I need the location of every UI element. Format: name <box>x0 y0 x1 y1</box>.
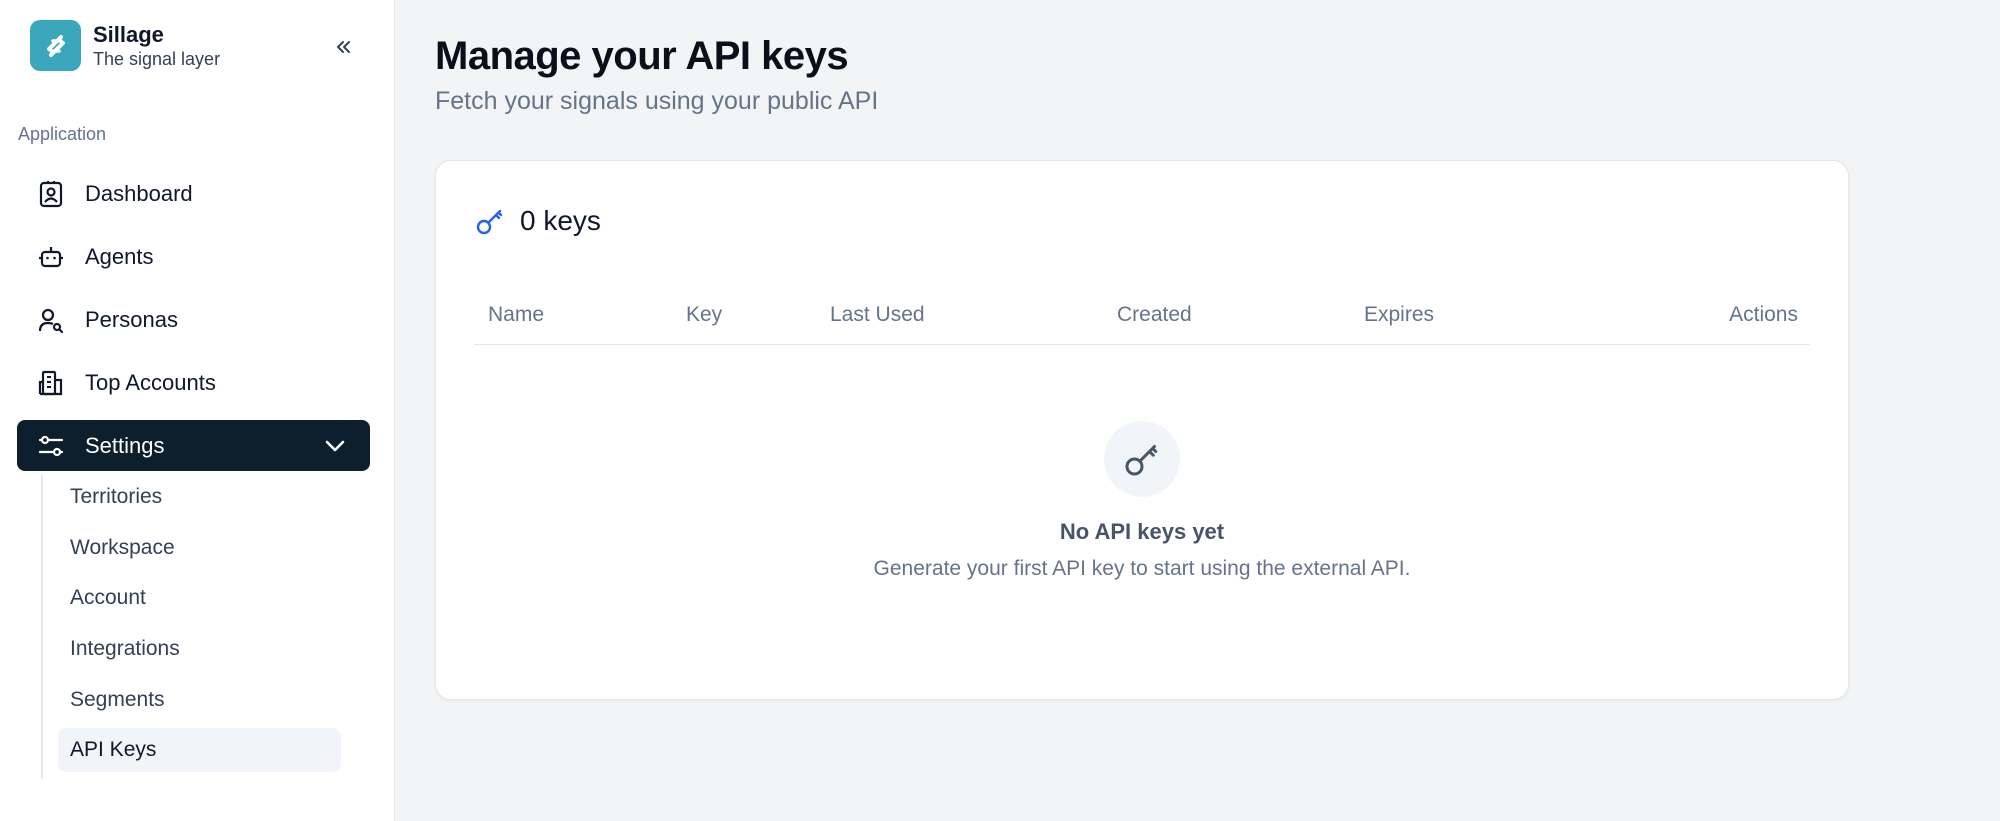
empty-state-description: Generate your first API key to start usi… <box>873 557 1411 580</box>
sliders-icon <box>35 430 67 462</box>
subnav-item-segments[interactable]: Segments <box>58 678 341 722</box>
chevrons-left-icon <box>337 41 350 53</box>
column-header-expires[interactable]: Expires <box>1364 303 1434 327</box>
sidebar-item-settings[interactable]: Settings <box>17 420 370 471</box>
logo-icon <box>30 20 81 71</box>
sidebar-item-personas[interactable]: Personas <box>17 294 370 345</box>
sidebar-item-label: Dashboard <box>85 180 193 206</box>
empty-state-title: No API keys yet <box>1059 519 1225 544</box>
card-header: 0 keys <box>474 205 601 237</box>
table-header: Name Key Last Used Created Expires Actio… <box>474 291 1810 345</box>
brand-text: Sillage The signal layer <box>93 22 220 70</box>
sidebar-item-label: Personas <box>85 306 178 332</box>
sidebar: Sillage The signal layer Application Das… <box>0 0 395 821</box>
sidebar-item-label: Settings <box>85 432 165 458</box>
chevron-down-icon[interactable] <box>322 433 348 459</box>
collapse-sidebar-button[interactable] <box>328 32 358 62</box>
settings-subnav: Territories Workspace Account Integratio… <box>41 475 341 780</box>
column-header-last-used[interactable]: Last Used <box>830 303 925 327</box>
sidebar-item-top-accounts[interactable]: Top Accounts <box>17 357 370 408</box>
robot-icon <box>35 241 67 273</box>
section-label-application: Application <box>18 124 107 144</box>
subnav-item-api-keys[interactable]: API Keys <box>58 728 341 773</box>
sidebar-item-dashboard[interactable]: Dashboard <box>17 168 370 219</box>
subnav-item-workspace[interactable]: Workspace <box>58 526 341 570</box>
empty-state-key-icon <box>1104 421 1180 497</box>
brand-name: Sillage <box>93 21 164 47</box>
sidebar-item-label: Top Accounts <box>85 369 216 395</box>
subnav-item-territories[interactable]: Territories <box>58 475 341 519</box>
column-header-actions: Actions <box>1729 303 1798 326</box>
building-icon <box>35 367 67 399</box>
sidebar-item-label: Agents <box>85 243 154 269</box>
main-content: Manage your API keys Fetch your signals … <box>395 0 2000 821</box>
sidebar-nav: Dashboard Agents Personas Top Accounts S… <box>17 168 370 483</box>
keys-count: 0 keys <box>520 205 601 236</box>
app-root: Sillage The signal layer Application Das… <box>0 0 2000 821</box>
column-header-created[interactable]: Created <box>1117 303 1192 327</box>
column-header-key[interactable]: Key <box>686 303 722 327</box>
dashboard-icon <box>35 178 67 210</box>
user-search-icon <box>35 304 67 336</box>
empty-state: No API keys yet Generate your first API … <box>436 421 1848 581</box>
page-title: Manage your API keys <box>435 34 849 78</box>
key-icon <box>476 209 503 235</box>
brand[interactable]: Sillage The signal layer <box>30 20 220 71</box>
column-header-name[interactable]: Name <box>488 303 544 327</box>
sidebar-item-agents[interactable]: Agents <box>17 231 370 282</box>
brand-tagline: The signal layer <box>93 48 221 69</box>
page-subtitle: Fetch your signals using your public API <box>435 87 879 115</box>
api-keys-card: 0 keys Name Key Last Used Created Expire… <box>435 160 1849 700</box>
subnav-item-account[interactable]: Account <box>58 576 341 620</box>
subnav-item-integrations[interactable]: Integrations <box>58 627 341 671</box>
